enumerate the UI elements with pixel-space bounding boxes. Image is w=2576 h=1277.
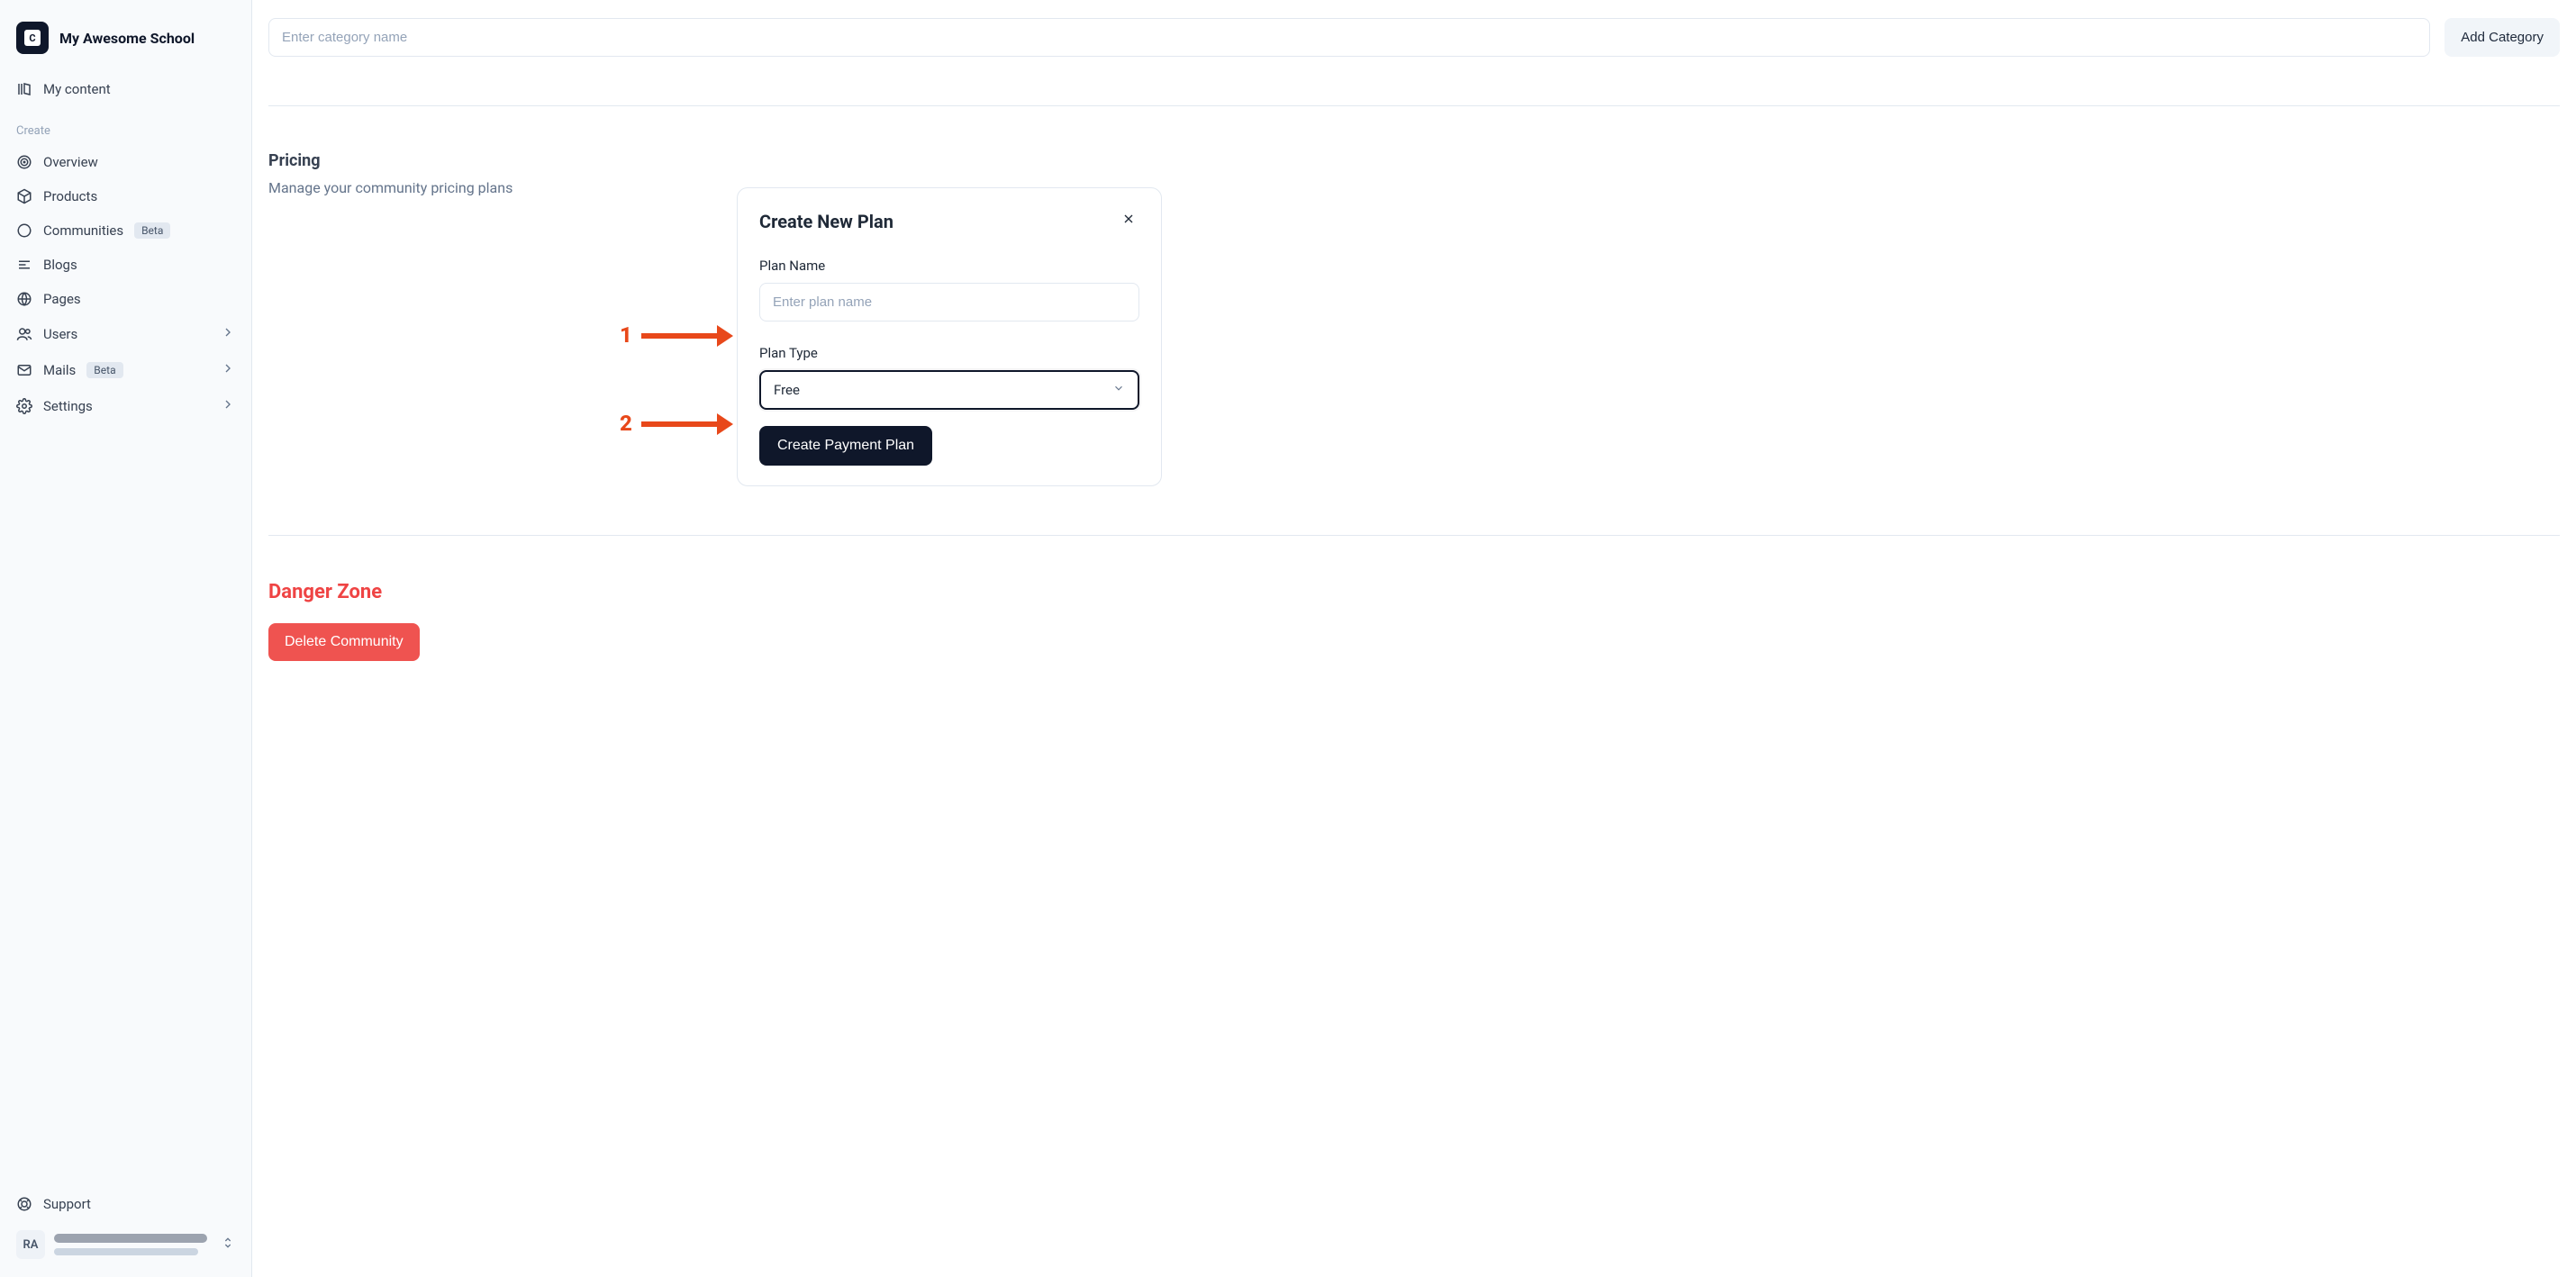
add-category-button[interactable]: Add Category (2444, 18, 2560, 57)
chevron-down-icon (1112, 382, 1125, 398)
logo-letter: C (24, 30, 41, 46)
chevrons-up-down-icon (221, 1236, 235, 1254)
mail-icon (16, 362, 32, 378)
lifebuoy-icon (16, 1196, 32, 1212)
sidebar-item-label: Communities (43, 222, 123, 239)
box-icon (16, 188, 32, 204)
plan-type-select[interactable]: Free (759, 370, 1139, 410)
sidebar-item-blogs[interactable]: Blogs (0, 248, 251, 282)
pricing-subtitle: Manage your community pricing plans (268, 179, 2560, 196)
sidebar-bottom: Support RA (0, 1187, 251, 1268)
plan-type-value: Free (774, 382, 800, 398)
chat-icon (16, 222, 32, 239)
sidebar-item-communities[interactable]: Communities Beta (0, 213, 251, 248)
library-icon (16, 81, 32, 97)
globe-icon (16, 291, 32, 307)
sidebar: C My Awesome School My content Create Ov… (0, 0, 252, 1277)
chevron-right-icon (221, 325, 235, 343)
sidebar-item-users[interactable]: Users (0, 316, 251, 352)
sidebar-item-label: Blogs (43, 257, 77, 273)
users-icon (16, 326, 32, 342)
danger-zone-title: Danger Zone (268, 581, 2560, 603)
lines-icon (16, 257, 32, 273)
user-info (54, 1234, 212, 1255)
pricing-title: Pricing (268, 151, 2560, 170)
delete-community-button[interactable]: Delete Community (268, 623, 420, 661)
school-name: My Awesome School (59, 30, 195, 47)
sidebar-item-settings[interactable]: Settings (0, 388, 251, 424)
plan-name-label: Plan Name (759, 258, 1139, 274)
chevron-right-icon (221, 361, 235, 379)
sidebar-item-label: Mails (43, 362, 76, 378)
beta-badge: Beta (86, 362, 122, 378)
sidebar-item-overview[interactable]: Overview (0, 145, 251, 179)
sidebar-item-support[interactable]: Support (0, 1187, 251, 1221)
sidebar-item-mails[interactable]: Mails Beta (0, 352, 251, 388)
plan-name-input[interactable] (759, 283, 1139, 322)
card-title: Create New Plan (759, 211, 893, 232)
sidebar-item-my-content[interactable]: My content (0, 72, 251, 106)
sidebar-item-label: Pages (43, 291, 81, 307)
close-icon (1121, 214, 1136, 230)
user-email-redacted (54, 1248, 198, 1255)
category-row: Add Category (268, 18, 2560, 57)
card-header: Create New Plan (759, 208, 1139, 234)
sidebar-item-label: Products (43, 188, 97, 204)
sidebar-section-label: Create (0, 106, 251, 145)
sidebar-item-products[interactable]: Products (0, 179, 251, 213)
create-payment-plan-button[interactable]: Create Payment Plan (759, 426, 932, 466)
sidebar-item-label: Support (43, 1196, 91, 1212)
chevron-right-icon (221, 397, 235, 415)
main-inner: Add Category Pricing Manage your communi… (268, 18, 2560, 661)
target-icon (16, 154, 32, 170)
create-plan-card: Create New Plan Plan Name Plan Type Free (737, 187, 1162, 486)
avatar: RA (16, 1230, 45, 1259)
sidebar-item-pages[interactable]: Pages (0, 282, 251, 316)
logo: C (16, 22, 49, 54)
close-button[interactable] (1118, 208, 1139, 234)
danger-zone-section: Danger Zone Delete Community (268, 581, 2560, 661)
divider (268, 105, 2560, 106)
user-name-redacted (54, 1234, 207, 1243)
category-name-input[interactable] (268, 18, 2430, 57)
sidebar-item-label: Users (43, 326, 77, 342)
main-content: Add Category Pricing Manage your communi… (252, 0, 2576, 1277)
sidebar-header: C My Awesome School (0, 16, 251, 72)
sidebar-item-label: My content (43, 81, 111, 97)
pricing-section: Pricing Manage your community pricing pl… (268, 151, 2560, 486)
gear-icon (16, 398, 32, 414)
sidebar-item-label: Overview (43, 154, 98, 170)
sidebar-item-label: Settings (43, 398, 93, 414)
user-menu[interactable]: RA (0, 1221, 251, 1268)
plan-type-label: Plan Type (759, 345, 1139, 361)
beta-badge: Beta (134, 222, 170, 239)
divider (268, 535, 2560, 536)
